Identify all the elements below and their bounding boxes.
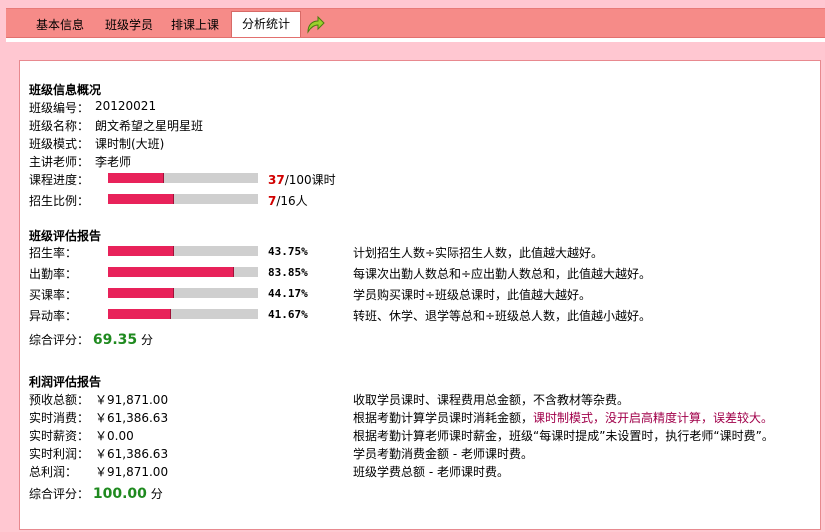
eval-bar-enroll-rate: [108, 246, 258, 256]
eval-bar-purchase-rate: [108, 288, 258, 298]
score-label: 综合评分：: [29, 333, 90, 347]
teacher-value: 李老师: [95, 155, 132, 169]
eval-pct: 43.75%: [268, 245, 308, 258]
tab-scheduling[interactable]: 排课上课: [161, 13, 229, 39]
class-id-value: 20120021: [95, 99, 157, 113]
enroll-label: 招生比例：: [29, 194, 90, 208]
eval-bar-fill: [108, 246, 174, 256]
profit-desc: 学员考勤消费金额 - 老师课时费。: [353, 447, 533, 461]
eval-bar-fill: [108, 309, 171, 319]
progress-text: 37/100课时: [268, 171, 336, 188]
eval-pct: 83.85%: [268, 266, 308, 279]
eval-bar-change-rate: [108, 309, 258, 319]
progress-done: 37: [268, 173, 285, 187]
overview-title: 班级信息概况: [29, 83, 102, 97]
field-label: 班级模式：: [29, 137, 90, 151]
overview-row: 班级名称： 朗文希望之星明星班: [29, 117, 203, 134]
field-label: 实时消费：: [29, 411, 90, 425]
profit-desc: 班级学费总额 - 老师课时费。: [353, 465, 509, 479]
eval-pct: 41.67%: [268, 308, 308, 321]
realtime-salary-value: ￥0.00: [95, 429, 134, 443]
class-name-value: 朗文希望之星明星班: [95, 119, 204, 133]
tab-bar: 基本信息 班级学员 排课上课 分析统计: [6, 8, 825, 42]
profit-row: 实时薪资： ￥0.00: [29, 427, 134, 444]
score-value: 100.00: [92, 486, 147, 502]
total-profit-value: ￥91,871.00: [95, 465, 169, 479]
progress-total: /100课时: [284, 173, 336, 187]
score-value: 69.35: [92, 332, 138, 348]
field-label: 实时利润：: [29, 447, 90, 461]
field-label: 班级名称：: [29, 119, 90, 133]
enroll-total: /16人: [276, 194, 308, 208]
profit-title: 利润评估报告: [29, 375, 102, 389]
field-label: 总利润：: [29, 465, 78, 479]
profit-desc-pre: 根据考勤计算学员课时消耗金额，: [353, 411, 534, 425]
tab-class-students[interactable]: 班级学员: [95, 13, 163, 39]
eval-bar-fill: [108, 267, 234, 277]
score-unit: 分: [140, 333, 153, 347]
eval-label: 招生率：: [29, 246, 78, 260]
overview-row: 主讲老师： 李老师: [29, 153, 131, 170]
profit-desc: 收取学员课时、课程费用总金额，不含教材等杂费。: [353, 393, 630, 407]
score-unit: 分: [150, 487, 163, 501]
eval-desc: 学员购买课时÷班级总课时，此值越大越好。: [353, 288, 592, 302]
refresh-arrow-icon[interactable]: [304, 14, 326, 36]
profit-desc: 根据考勤计算老师课时薪金，班级“每课时提成”未设置时，执行老师“课时费”。: [353, 429, 774, 443]
eval-pct: 44.17%: [268, 287, 308, 300]
profit-row: 实时利润： ￥61,386.63: [29, 445, 168, 462]
progress-bar-fill: [108, 173, 164, 183]
enroll-text: 7/16人: [268, 192, 308, 209]
eval-bar-attendance-rate: [108, 267, 258, 277]
eval-desc: 计划招生人数÷实际招生人数，此值越大越好。: [353, 246, 604, 260]
field-label: 预收总额：: [29, 393, 90, 407]
progress-bar: [108, 173, 258, 183]
progress-label: 课程进度：: [29, 173, 90, 187]
enroll-bar-fill: [108, 194, 174, 204]
eval-bar-fill: [108, 288, 175, 298]
class-mode-value: 课时制(大班): [95, 137, 165, 151]
profit-row: 预收总额： ￥91,871.00: [29, 391, 168, 408]
tab-basic-info[interactable]: 基本信息: [26, 13, 94, 39]
eval-label: 出勤率：: [29, 267, 78, 281]
realtime-consume-value: ￥61,386.63: [95, 411, 169, 425]
field-label: 班级编号：: [29, 101, 90, 115]
overview-row: 班级模式： 课时制(大班): [29, 135, 164, 152]
profit-desc: 根据考勤计算学员课时消耗金额，课时制模式，没开启高精度计算，误差较大。: [353, 409, 773, 426]
eval-score: 综合评分： 69.35 分: [29, 331, 153, 348]
stats-panel: 班级信息概况 班级编号： 20120021 班级名称： 朗文希望之星明星班 班级…: [19, 60, 821, 530]
evaluation-title: 班级评估报告: [29, 229, 102, 243]
eval-label: 异动率：: [29, 309, 78, 323]
field-label: 主讲老师：: [29, 155, 90, 169]
profit-row: 实时消费： ￥61,386.63: [29, 409, 168, 426]
profit-desc-warning: 课时制模式，没开启高精度计算，误差较大。: [533, 411, 774, 425]
overview-row: 班级编号： 20120021: [29, 99, 156, 116]
enroll-bar: [108, 194, 258, 204]
eval-label: 买课率：: [29, 288, 78, 302]
profit-row: 总利润： ￥91,871.00: [29, 463, 168, 480]
eval-desc: 转班、休学、退学等总和÷班级总人数，此值越小越好。: [353, 309, 652, 323]
profit-score: 综合评分： 100.00 分: [29, 485, 163, 502]
score-label: 综合评分：: [29, 487, 90, 501]
eval-desc: 每课次出勤人数总和÷应出勤人数总和，此值越大越好。: [353, 267, 652, 281]
realtime-profit-value: ￥61,386.63: [95, 447, 169, 461]
prepaid-total-value: ￥91,871.00: [95, 393, 169, 407]
field-label: 实时薪资：: [29, 429, 90, 443]
